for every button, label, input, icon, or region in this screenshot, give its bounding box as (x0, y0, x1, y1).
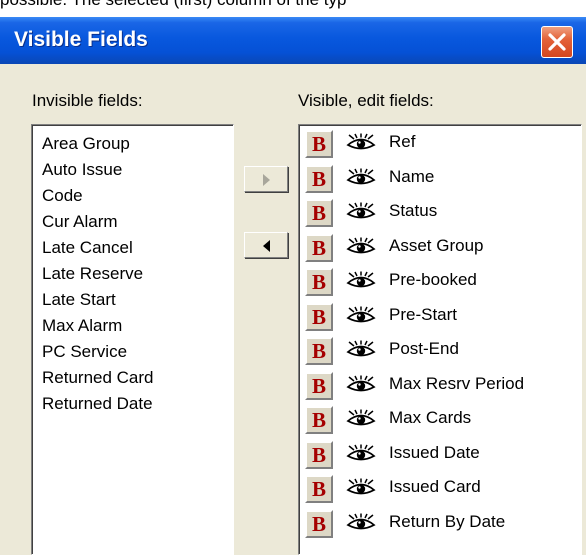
list-item[interactable]: Code (42, 183, 83, 209)
eye-icon[interactable] (346, 168, 376, 191)
eye-icon[interactable] (346, 271, 376, 294)
list-item[interactable]: Returned Date (42, 391, 153, 417)
bold-toggle-button[interactable]: B (305, 268, 333, 296)
bold-toggle-button[interactable]: B (305, 164, 333, 193)
eye-icon[interactable] (346, 444, 376, 467)
visible-field-label: Status (389, 201, 438, 220)
arrow-left-icon (263, 240, 270, 252)
list-item[interactable]: Auto Issue (42, 157, 122, 183)
visible-field-label: Max Resrv Period (389, 373, 525, 393)
visible-field-row[interactable]: B Name (301, 161, 577, 195)
visible-field-row[interactable]: B Max Cards (301, 402, 577, 436)
close-button[interactable] (541, 26, 573, 58)
visible-field-label: Asset Group (389, 235, 484, 255)
list-item[interactable]: PC Service (42, 339, 127, 365)
eye-icon[interactable] (346, 237, 376, 260)
visible-field-row[interactable]: B Return By Date (301, 506, 577, 540)
list-item[interactable]: Late Reserve (42, 261, 143, 287)
list-item[interactable]: Cur Alarm (42, 209, 118, 235)
visible-field-label: Ref (389, 132, 416, 151)
eye-icon[interactable] (346, 340, 376, 363)
visible-field-row[interactable]: B Ref (301, 126, 577, 160)
visible-field-label: Return By Date (389, 511, 506, 531)
close-icon (548, 33, 566, 51)
background-document-text: possible. The selected (first) column of… (0, 0, 586, 17)
visible-field-label: Issued Date (389, 442, 480, 462)
visible-field-label: Max Cards (389, 408, 472, 427)
bold-toggle-button[interactable]: B (305, 130, 333, 158)
visible-field-row[interactable]: B Pre-booked (301, 264, 577, 298)
bold-toggle-button[interactable]: B (305, 199, 333, 227)
visible-field-row[interactable]: B Pre-Start (301, 299, 577, 333)
eye-icon[interactable] (346, 133, 376, 156)
visible-fields-list[interactable]: B Ref B Name B Status B Asset Group B Pre-booked B… (298, 124, 582, 555)
list-item[interactable]: Returned Card (42, 365, 154, 391)
visible-field-label: Issued Card (389, 477, 481, 496)
eye-icon[interactable] (346, 306, 376, 329)
eye-icon[interactable] (346, 409, 376, 432)
visible-field-row[interactable]: B Status (301, 195, 577, 229)
bold-toggle-button[interactable]: B (305, 302, 333, 331)
visible-field-row[interactable]: B Max Resrv Period (301, 368, 577, 402)
title-bar[interactable]: Visible Fields (0, 17, 586, 64)
visible-field-label: Pre-Start (389, 304, 458, 324)
bold-toggle-button[interactable]: B (305, 440, 333, 469)
bold-toggle-button[interactable]: B (305, 337, 333, 365)
list-item[interactable]: Late Cancel (42, 235, 133, 261)
bold-toggle-button[interactable]: B (305, 371, 333, 400)
move-right-button[interactable] (244, 166, 288, 192)
move-left-button[interactable] (244, 232, 288, 258)
eye-icon[interactable] (346, 513, 376, 536)
visible-field-label: Post-End (389, 339, 459, 358)
visible-fields-label: Visible, edit fields: (298, 91, 434, 110)
bold-toggle-button[interactable]: B (305, 475, 333, 503)
background-text: possible. The selected (first) column of… (0, 0, 346, 10)
invisible-fields-label: Invisible fields: (32, 91, 143, 110)
bold-toggle-button[interactable]: B (305, 509, 333, 538)
visible-field-label: Pre-booked (389, 270, 477, 289)
invisible-fields-list[interactable]: Area Group Auto Issue Code Cur Alarm Late Ca… (31, 124, 234, 555)
arrow-right-icon (263, 174, 270, 186)
visible-field-label: Name (389, 166, 435, 186)
eye-icon[interactable] (346, 478, 376, 501)
visible-field-row[interactable]: B Asset Group (301, 230, 577, 264)
list-item[interactable]: Late Start (42, 287, 116, 313)
visible-field-row[interactable]: B Post-End (301, 333, 577, 367)
bold-toggle-button[interactable]: B (305, 406, 333, 434)
list-item[interactable]: Area Group (42, 131, 130, 157)
visible-field-row[interactable]: B Issued Card (301, 471, 577, 505)
list-item[interactable]: Max Alarm (42, 313, 122, 339)
visible-field-row[interactable]: B Issued Date (301, 437, 577, 471)
eye-icon[interactable] (346, 375, 376, 398)
bold-toggle-button[interactable]: B (305, 233, 333, 262)
window-title: Visible Fields (14, 28, 148, 51)
eye-icon[interactable] (346, 202, 376, 225)
